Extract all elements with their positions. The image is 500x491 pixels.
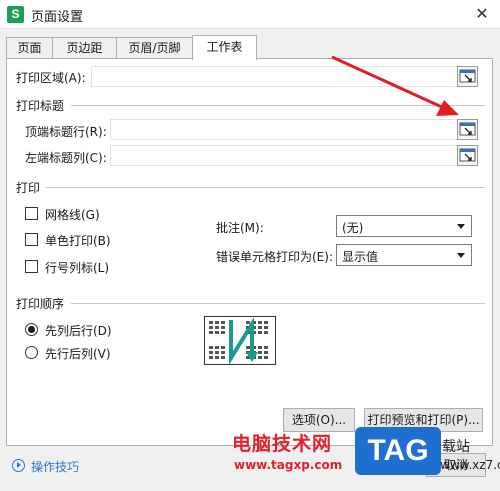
tab-sheet[interactable]: 工作表 (192, 35, 257, 60)
watermark-text: 电脑技术网 (232, 433, 333, 455)
tips-link[interactable]: 操作技巧 (31, 458, 79, 475)
watermark-side-text: 载站 (442, 439, 470, 455)
watermark-url: www.tagxp.com (234, 458, 343, 472)
watermark-side-url: www.xz7.com (440, 458, 500, 472)
play-circle-icon (12, 459, 25, 472)
annotation-arrow-icon (331, 55, 459, 116)
tag-logo: TAG (355, 427, 441, 475)
